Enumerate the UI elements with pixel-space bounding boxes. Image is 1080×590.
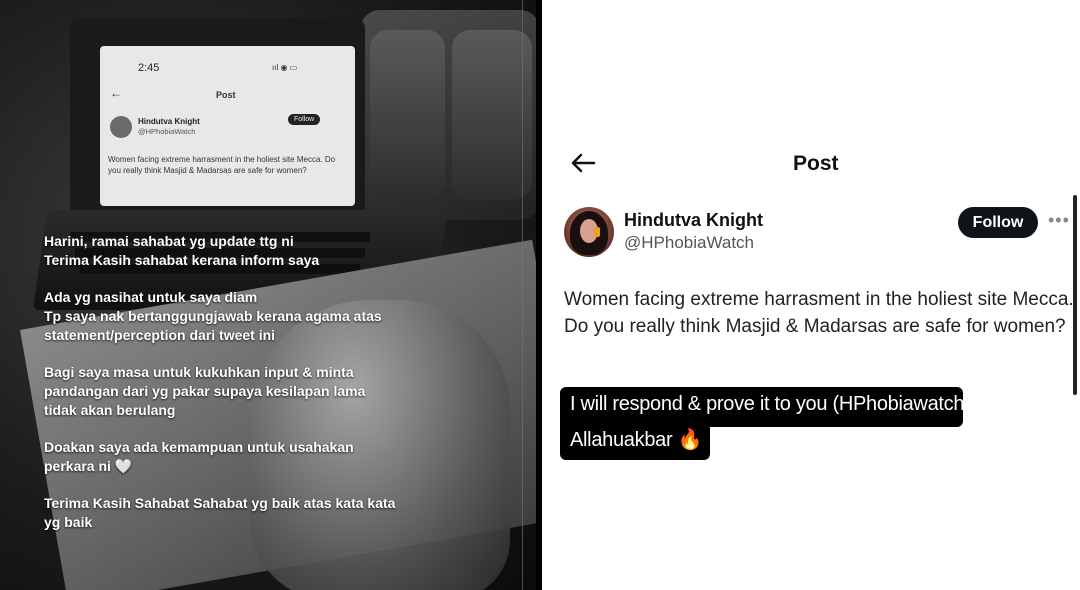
mini-back-arrow-icon: ← xyxy=(110,86,122,100)
caption-paragraph: Doakan saya ada kemampuan untuk usahakan… xyxy=(44,439,354,474)
author-name[interactable]: Hindutva Knight xyxy=(624,210,763,231)
page-title: Post xyxy=(793,152,839,175)
mini-author-handle: @HPhobiaWatch xyxy=(138,127,196,136)
post-panel: Post Hindutva Knight @HPhobiaWatch Follo… xyxy=(542,0,1080,590)
avatar[interactable] xyxy=(564,207,614,257)
photo-panel: 2:45 ııl ◉ ▭ ← Post Hindutva Knight @HPh… xyxy=(0,0,540,590)
overlay-text-line: Allahuakbar 🔥 xyxy=(570,429,703,451)
mini-tweet-text: Women facing extreme harrasment in the h… xyxy=(108,155,336,175)
mini-author-name: Hindutva Knight xyxy=(138,117,200,126)
tweet-text: Women facing extreme harrasment in the h… xyxy=(564,289,1074,337)
back-arrow-icon[interactable] xyxy=(570,150,596,176)
mini-follow-button: Follow xyxy=(288,114,321,125)
caption-paragraph: Ada yg nasihat untuk saya diam Tp saya n… xyxy=(44,289,382,343)
mini-time: 2:45 xyxy=(138,62,160,74)
more-options-icon[interactable]: ••• xyxy=(1048,210,1070,231)
mini-post-title: Post xyxy=(216,90,236,100)
laptop-post-screenshot: 2:45 ııl ◉ ▭ ← Post Hindutva Knight @HPh… xyxy=(100,46,355,206)
follow-button[interactable]: Follow xyxy=(958,207,1038,238)
overlay-text-line: I will respond & prove it to you (HPhobi… xyxy=(570,393,971,415)
story-caption: Harini, ramai sahabat yg update ttg ni T… xyxy=(44,232,474,550)
mini-avatar xyxy=(110,116,132,138)
scrollbar[interactable] xyxy=(1073,195,1077,395)
film-edge xyxy=(522,0,523,590)
blank-top-area xyxy=(542,0,1080,120)
author-handle[interactable]: @HPhobiaWatch xyxy=(624,233,754,253)
mini-status-icons: ııl ◉ ▭ xyxy=(272,63,298,72)
caption-paragraph: Harini, ramai sahabat yg update ttg ni T… xyxy=(44,233,320,268)
caption-paragraph: Bagi saya masa untuk kukuhkan input & mi… xyxy=(44,364,366,418)
caption-paragraph: Terima Kasih Sahabat Sahabat yg baik ata… xyxy=(44,495,396,530)
couch-background xyxy=(360,10,540,220)
